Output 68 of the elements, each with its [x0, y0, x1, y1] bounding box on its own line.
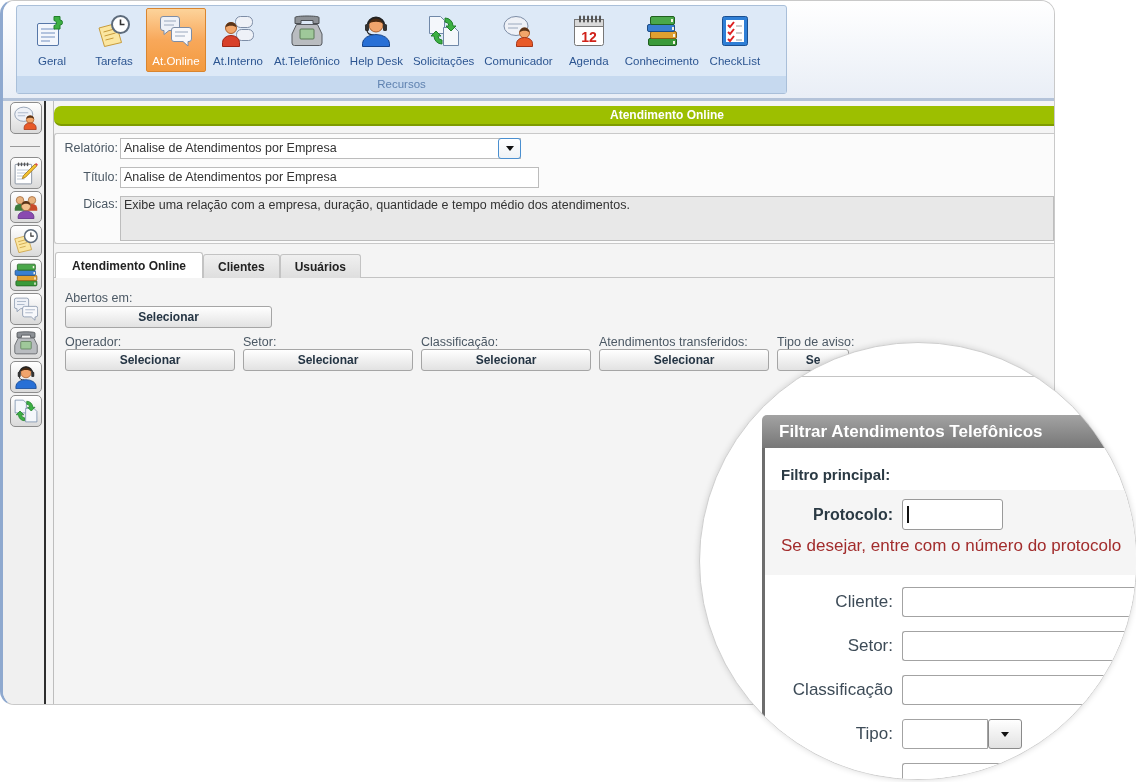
- field-label: Cliente:: [834, 592, 893, 612]
- select-button[interactable]: Selecionar: [65, 306, 272, 328]
- person-bubble-icon: [14, 106, 38, 130]
- chat-bubbles-icon: [160, 15, 192, 47]
- field-label: Classificação: [791, 680, 893, 700]
- notes-clock-icon: [14, 229, 38, 253]
- desk-phone-icon: [290, 15, 323, 47]
- person-chat-icon: [222, 15, 254, 47]
- notepad-pencil-icon: [14, 161, 38, 185]
- field-label: Tipo de aviso:: [777, 335, 855, 349]
- select-field[interactable]: [902, 719, 988, 749]
- sidebar-button[interactable]: [10, 191, 42, 223]
- select-button[interactable]: Selecionar: [65, 349, 235, 371]
- toolbar-button[interactable]: At.Telefônico: [270, 8, 344, 72]
- tab[interactable]: Clientes: [203, 254, 280, 278]
- protocol-input[interactable]: [902, 499, 1003, 530]
- desk-phone-icon: [14, 331, 38, 355]
- hint-text: Se desejar, entre com o número do protocolo: [780, 536, 1123, 556]
- panel-title: Atendimento Online: [610, 107, 724, 124]
- select-button[interactable]: Selecionar: [599, 349, 769, 371]
- books-icon: [645, 15, 678, 47]
- field-label: Título:: [82, 170, 118, 185]
- tab[interactable]: Usuários: [279, 254, 362, 278]
- section-title: Filtro principal:: [780, 465, 892, 485]
- toolbar-button[interactable]: Conhecimento: [620, 8, 703, 72]
- field-label: Dicas:: [82, 197, 118, 212]
- caret-down-icon: [1001, 731, 1009, 737]
- people-icon: [14, 195, 38, 219]
- document-arrows-icon: [427, 15, 460, 47]
- select-button[interactable]: Selecionar: [243, 349, 413, 371]
- toolbar-button[interactable]: Comunicador: [480, 8, 557, 72]
- field-label: Atendimentos transferidos:: [599, 335, 748, 349]
- field-label: Relatório:: [63, 141, 118, 156]
- field-label: Setor:: [243, 335, 277, 349]
- toolbar-button[interactable]: Tarefas: [84, 8, 144, 72]
- chat-bubbles-icon: [14, 297, 38, 321]
- toolbar-button[interactable]: Geral: [22, 8, 82, 72]
- toolbar-button[interactable]: CheckList: [704, 8, 765, 72]
- sidebar-button[interactable]: [10, 259, 42, 291]
- input-field[interactable]: [902, 587, 1136, 617]
- toolbar-button[interactable]: 12 Agenda: [558, 8, 619, 72]
- toolbar-button[interactable]: Solicitações: [408, 8, 479, 72]
- field-label: Setor:: [846, 636, 893, 656]
- input-field[interactable]: [902, 631, 1126, 661]
- group-label: Recursos: [17, 76, 786, 93]
- document-arrows-icon: [14, 399, 38, 423]
- headset-person-icon: [14, 365, 38, 389]
- field-label: Operador:: [65, 335, 122, 349]
- tab[interactable]: Atendimento Online: [55, 252, 203, 278]
- headset-person-icon: [360, 15, 393, 47]
- sidebar-button[interactable]: [10, 361, 42, 393]
- title-field[interactable]: Analise de Atendimentos por Empresa: [120, 167, 539, 188]
- report-select[interactable]: Analise de Atendimentos por Empresa: [120, 138, 521, 159]
- field-label: Protocolo:: [812, 504, 893, 525]
- input-field[interactable]: [902, 675, 1106, 705]
- dialog-title: Filtrar Atendimentos Telefônicos: [779, 420, 1043, 443]
- select-button[interactable]: Selecionar: [421, 349, 591, 371]
- field-label: Classificação:: [421, 335, 499, 349]
- field-label: Abertos em:: [65, 291, 133, 305]
- notes-clock-icon: [98, 15, 130, 47]
- caret-down-icon: [505, 146, 514, 151]
- dropdown-button[interactable]: [498, 138, 521, 159]
- person-bubble-icon: [502, 15, 535, 47]
- books-icon: [14, 263, 38, 287]
- tips-field[interactable]: Exibe uma relação com a empresa, duração, quantidade e tempo médio dos atendimentos.: [120, 196, 1054, 241]
- field-label: Tipo:: [854, 724, 893, 744]
- toolbar-button[interactable]: At.Interno: [208, 8, 268, 72]
- toolbar-button[interactable]: Help Desk: [345, 8, 407, 72]
